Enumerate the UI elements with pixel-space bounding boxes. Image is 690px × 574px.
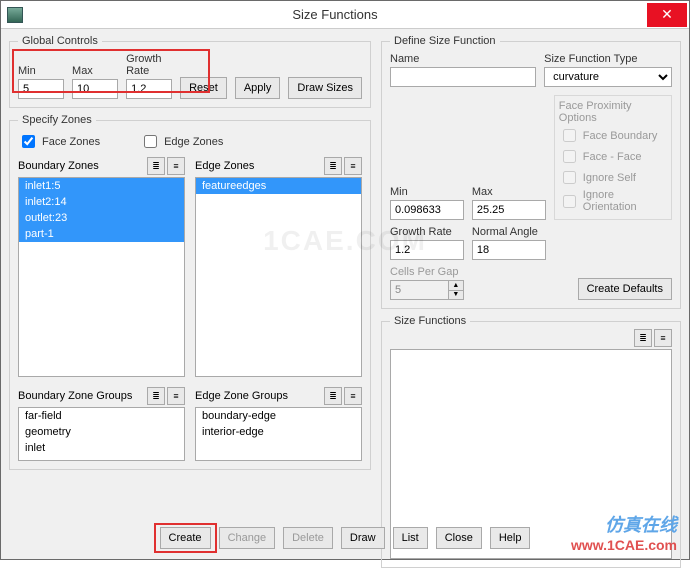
list-item[interactable]: boundary-edge	[196, 408, 361, 424]
delete-button: Delete	[283, 527, 333, 549]
cells-gap-label: Cells Per Gap	[390, 266, 464, 278]
list-item[interactable]: inlet1:5	[19, 178, 184, 194]
edge-groups-list[interactable]: boundary-edgeinterior-edge	[195, 407, 362, 461]
list-item[interactable]: part-1	[19, 226, 184, 242]
fp-ignore-self: Ignore Self	[559, 168, 667, 187]
min-label: Min	[18, 65, 64, 77]
list-item[interactable]: inlet2:14	[19, 194, 184, 210]
close-icon[interactable]: ✕	[647, 3, 687, 27]
apply-button[interactable]: Apply	[235, 77, 281, 99]
list-item[interactable]: interior-edge	[196, 424, 361, 440]
face-proximity-options: Face Proximity Options Face Boundary Fac…	[554, 95, 672, 220]
list-item[interactable]: featureedges	[196, 178, 361, 194]
global-controls-legend: Global Controls	[18, 35, 102, 47]
specify-zones-group: Specify Zones Face Zones Edge Zones	[9, 114, 371, 470]
create-button[interactable]: Create	[160, 527, 211, 549]
name-input[interactable]	[390, 67, 536, 87]
sf-min-label: Min	[390, 186, 464, 198]
min-input[interactable]	[18, 79, 64, 99]
edge-zones-check[interactable]	[144, 135, 157, 148]
sf-normal-input[interactable]	[472, 240, 546, 260]
max-input[interactable]	[72, 79, 118, 99]
boundary-groups-list[interactable]: far-fieldgeometryinlet	[18, 407, 185, 461]
bzg-select-none-icon[interactable]: ≡	[167, 387, 185, 405]
bz-select-none-icon[interactable]: ≡	[167, 157, 185, 175]
spinner-up-icon: ▲	[448, 280, 464, 290]
bzg-select-all-icon[interactable]: ≣	[147, 387, 165, 405]
name-label: Name	[390, 53, 536, 65]
list-item[interactable]: geometry	[19, 424, 184, 440]
help-button[interactable]: Help	[490, 527, 531, 549]
edge-groups-label: Edge Zone Groups	[195, 390, 288, 402]
create-defaults-button[interactable]: Create Defaults	[578, 278, 672, 300]
draw-button[interactable]: Draw	[341, 527, 385, 549]
list-item[interactable]: far-field	[19, 408, 184, 424]
list-item[interactable]: outlet:23	[19, 210, 184, 226]
window-title: Size Functions	[23, 7, 647, 22]
sf-growth-label: Growth Rate	[390, 226, 464, 238]
reset-button[interactable]: Reset	[180, 77, 227, 99]
edge-zones-checkbox[interactable]: Edge Zones	[140, 132, 223, 151]
list-item[interactable]: inlet	[19, 440, 184, 456]
app-icon	[7, 7, 23, 23]
draw-sizes-button[interactable]: Draw Sizes	[288, 77, 362, 99]
edge-zones-list[interactable]: featureedges	[195, 177, 362, 377]
growth-input[interactable]	[126, 79, 172, 99]
max-label: Max	[72, 65, 118, 77]
type-label: Size Function Type	[544, 53, 672, 65]
specify-zones-legend: Specify Zones	[18, 114, 96, 126]
boundary-groups-label: Boundary Zone Groups	[18, 390, 132, 402]
boundary-zones-label: Boundary Zones	[18, 160, 99, 172]
fp-ignore-orient: Ignore Orientation	[559, 189, 667, 213]
ez-select-none-icon[interactable]: ≡	[344, 157, 362, 175]
bottom-buttons: Create Change Delete Draw List Close Hel…	[1, 527, 689, 549]
sf-select-none-icon[interactable]: ≡	[654, 329, 672, 347]
sf-select-all-icon[interactable]: ≣	[634, 329, 652, 347]
sf-max-label: Max	[472, 186, 546, 198]
ezg-select-none-icon[interactable]: ≡	[344, 387, 362, 405]
sf-min-input[interactable]	[390, 200, 464, 220]
boundary-zones-list[interactable]: inlet1:5inlet2:14outlet:23part-1	[18, 177, 185, 377]
type-select[interactable]: curvature	[544, 67, 672, 87]
change-button: Change	[219, 527, 276, 549]
define-sf-legend: Define Size Function	[390, 35, 500, 47]
fp-face-face: Face - Face	[559, 147, 667, 166]
bz-select-all-icon[interactable]: ≣	[147, 157, 165, 175]
cells-gap-input	[390, 280, 448, 300]
growth-label: Growth Rate	[126, 53, 172, 77]
fp-face-boundary: Face Boundary	[559, 126, 667, 145]
define-size-function-group: Define Size Function Name Size Function …	[381, 35, 681, 309]
sf-normal-label: Normal Angle	[472, 226, 546, 238]
face-zones-check[interactable]	[22, 135, 35, 148]
sf-list-legend: Size Functions	[390, 315, 470, 327]
sf-max-input[interactable]	[472, 200, 546, 220]
edge-zones-label: Edge Zones	[195, 160, 254, 172]
sf-growth-input[interactable]	[390, 240, 464, 260]
window: Size Functions ✕ Global Controls Min Max	[0, 0, 690, 560]
global-controls-group: Global Controls Min Max Growth Rate	[9, 35, 371, 108]
list-button[interactable]: List	[393, 527, 428, 549]
ezg-select-all-icon[interactable]: ≣	[324, 387, 342, 405]
face-zones-checkbox[interactable]: Face Zones	[18, 132, 100, 151]
ez-select-all-icon[interactable]: ≣	[324, 157, 342, 175]
close-button[interactable]: Close	[436, 527, 482, 549]
spinner-down-icon: ▼	[448, 290, 464, 301]
titlebar: Size Functions ✕	[1, 1, 689, 29]
